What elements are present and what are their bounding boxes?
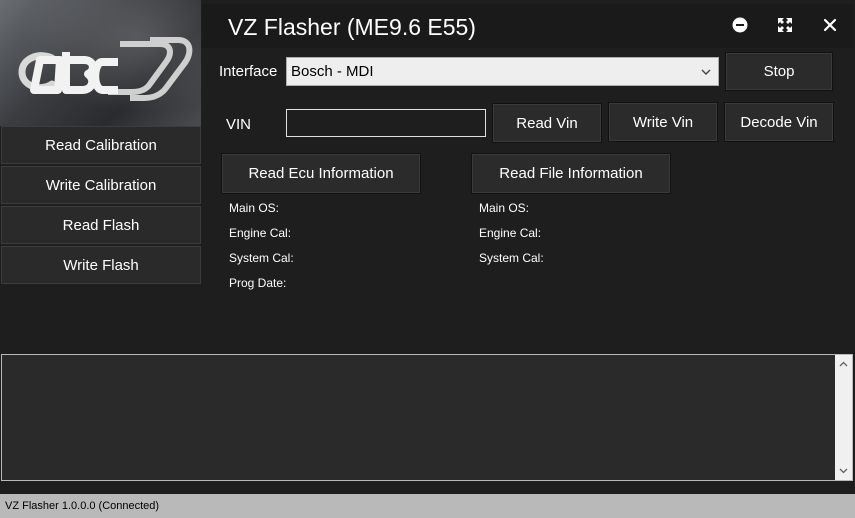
read-file-information-label: Read File Information: [499, 165, 643, 182]
sidebar-item-read-calibration[interactable]: Read Calibration: [1, 126, 201, 164]
write-vin-label: Write Vin: [632, 113, 694, 131]
sidebar-item-label: Write Calibration: [45, 176, 157, 194]
ecu-prog-date-label: Prog Date:: [229, 276, 287, 290]
scroll-up-arrow[interactable]: [839, 360, 848, 369]
decode-vin-label: Decode Vin: [740, 113, 818, 131]
expand-arrows-icon: [778, 18, 792, 32]
app-title: VZ Flasher (ME9.6 E55): [228, 14, 476, 40]
sidebar-item-label: Write Flash: [63, 256, 139, 274]
vin-input[interactable]: [286, 109, 486, 137]
maximize-button[interactable]: [774, 14, 796, 36]
minimize-button[interactable]: [729, 14, 751, 36]
read-vin-label: Read Vin: [516, 114, 578, 132]
chevron-down-icon: [839, 468, 848, 474]
ecu-main-os-label: Main OS:: [229, 201, 280, 215]
interface-label: Interface: [219, 63, 278, 80]
minus-circle-icon: [732, 17, 748, 33]
ecu-system-cal-label: System Cal:: [229, 251, 294, 265]
log-scrollbar[interactable]: [835, 355, 852, 480]
stop-button[interactable]: Stop: [725, 52, 833, 91]
chevron-up-icon: [839, 361, 848, 367]
write-vin-button[interactable]: Write Vin: [608, 102, 718, 142]
read-file-information-button[interactable]: Read File Information: [471, 153, 671, 194]
interface-select[interactable]: Bosch - MDI: [286, 57, 719, 86]
scroll-down-arrow[interactable]: [839, 466, 848, 475]
vin-label: VIN: [226, 116, 252, 133]
obcd-logo: [0, 0, 201, 126]
close-button[interactable]: [819, 14, 841, 36]
log-output[interactable]: [1, 354, 853, 481]
sidebar-item-label: Read Calibration: [45, 136, 157, 154]
interface-selected-value: Bosch - MDI: [291, 63, 374, 80]
status-text: VZ Flasher 1.0.0.0 (Connected): [5, 500, 160, 512]
decode-vin-button[interactable]: Decode Vin: [724, 102, 834, 142]
sidebar-item-read-flash[interactable]: Read Flash: [1, 206, 201, 244]
read-vin-button[interactable]: Read Vin: [492, 103, 602, 143]
read-ecu-information-button[interactable]: Read Ecu Information: [221, 153, 421, 194]
file-system-cal-label: System Cal:: [479, 251, 544, 265]
ecu-engine-cal-label: Engine Cal:: [229, 226, 292, 240]
sidebar-item-label: Read Flash: [62, 216, 140, 234]
chevron-down-icon: [701, 69, 711, 75]
file-engine-cal-label: Engine Cal:: [479, 226, 542, 240]
close-x-icon: [823, 18, 837, 32]
stop-button-label: Stop: [763, 63, 795, 80]
sidebar-item-write-flash[interactable]: Write Flash: [1, 246, 201, 284]
status-bar: VZ Flasher 1.0.0.0 (Connected): [0, 494, 855, 518]
file-main-os-label: Main OS:: [479, 201, 530, 215]
sidebar-item-write-calibration[interactable]: Write Calibration: [1, 166, 201, 204]
read-ecu-information-label: Read Ecu Information: [248, 165, 394, 182]
